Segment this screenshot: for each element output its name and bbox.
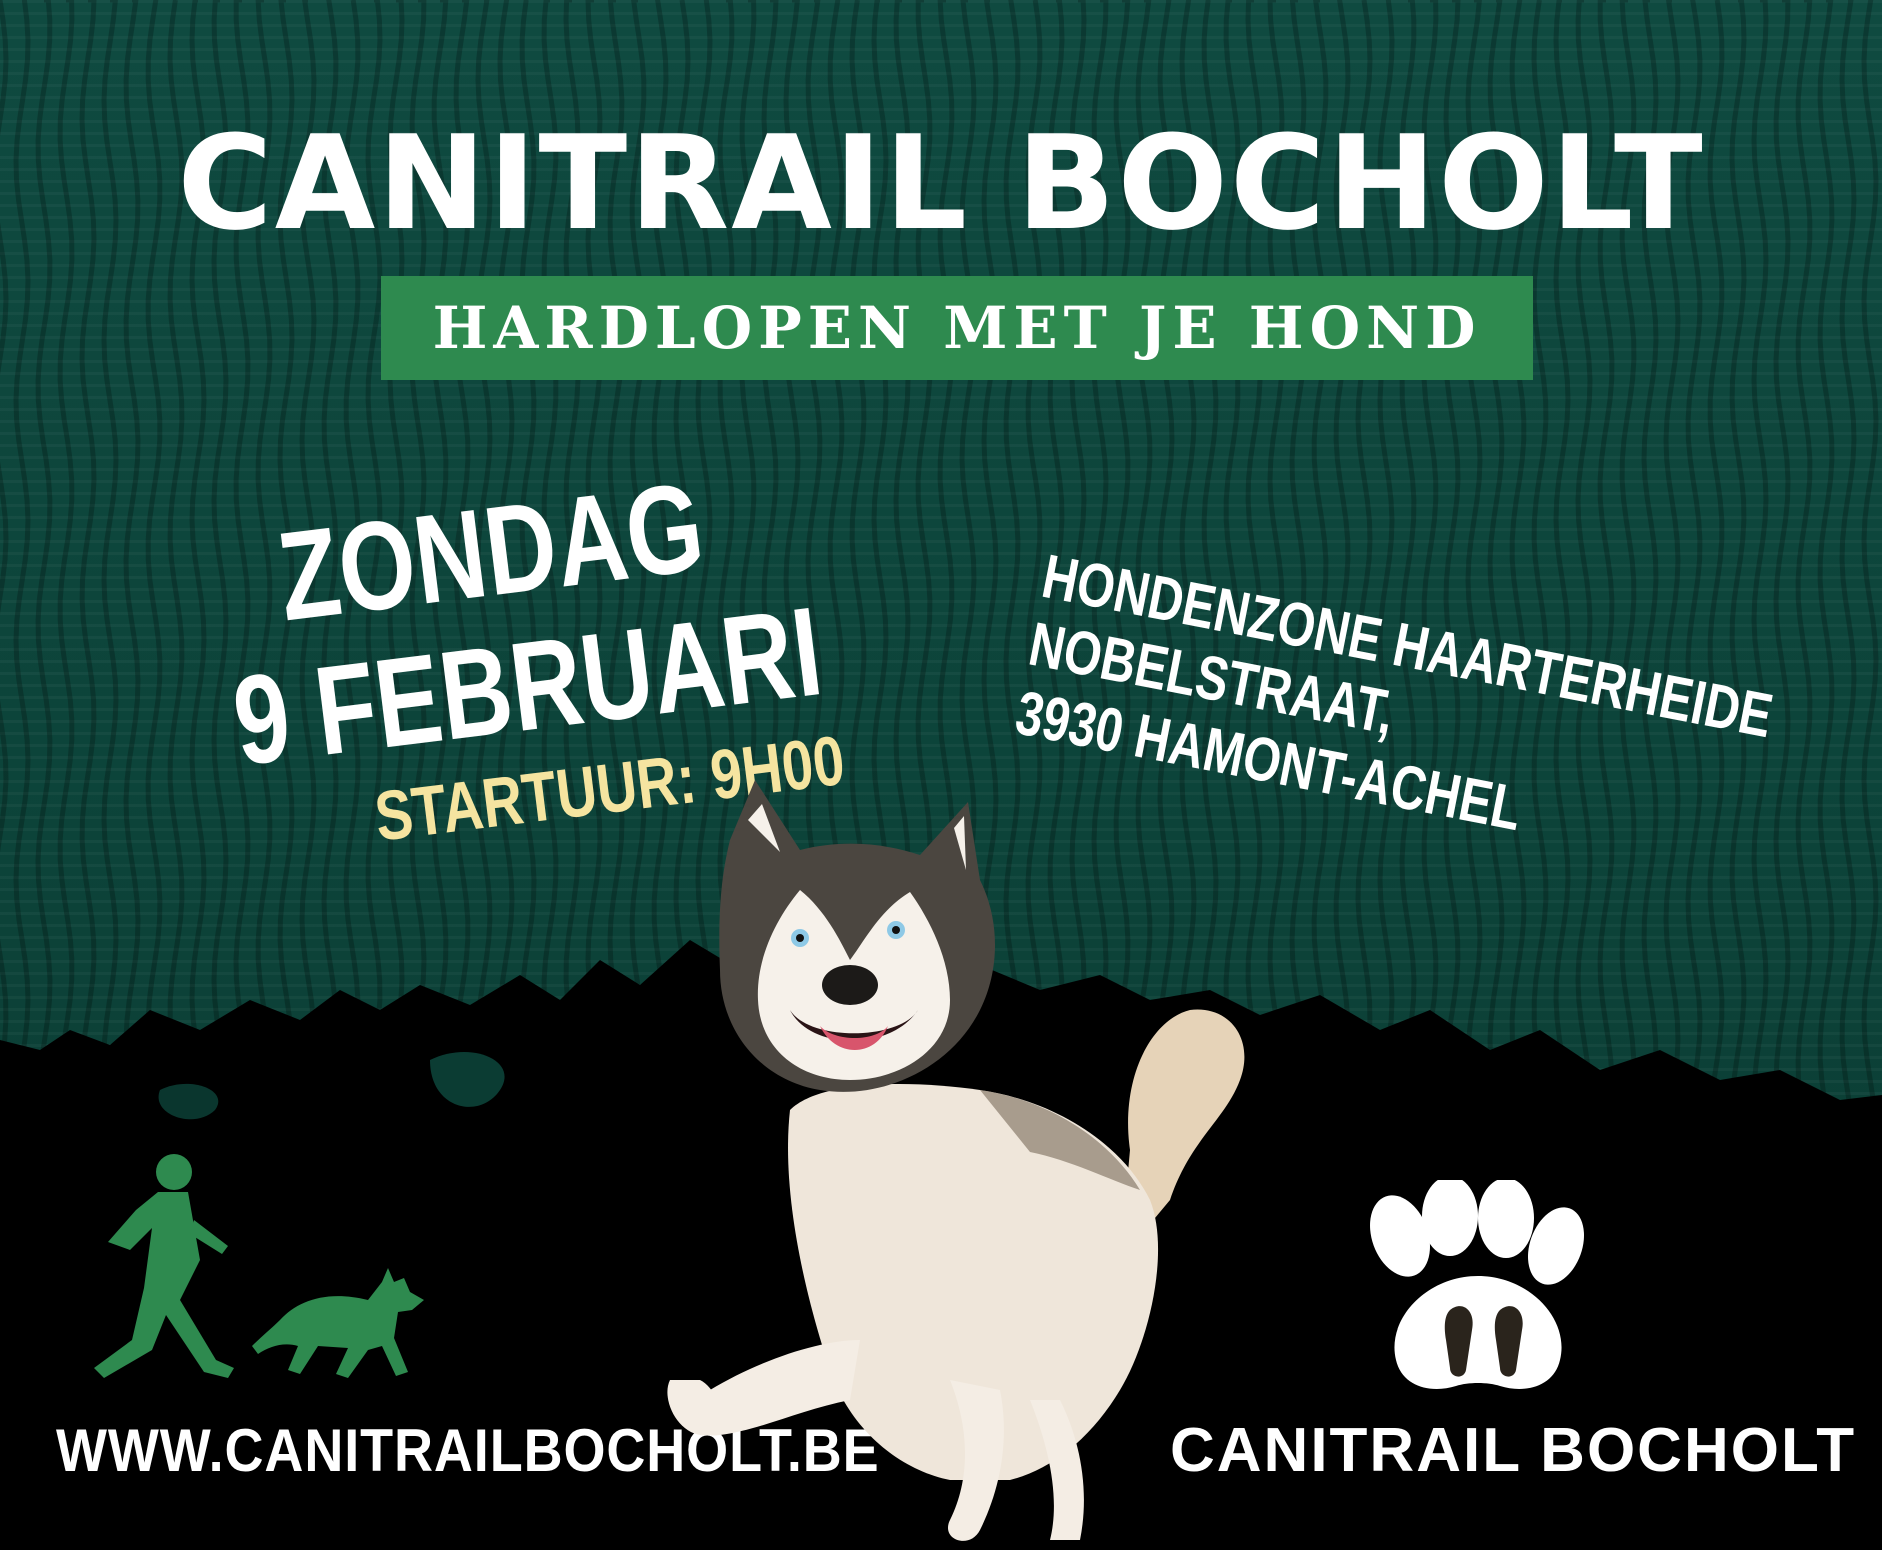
- website-link[interactable]: WWW.CANITRAILBOCHOLT.BE: [56, 1416, 879, 1485]
- paw-logo-icon: [1370, 1180, 1585, 1389]
- brand-logo-text: CANITRAIL BOCHOLT: [1170, 1416, 1857, 1485]
- event-poster: CANITRAIL BOCHOLT HARDLOPEN MET JE HOND …: [0, 0, 1882, 1550]
- runner-with-dog-icon: [94, 1154, 424, 1378]
